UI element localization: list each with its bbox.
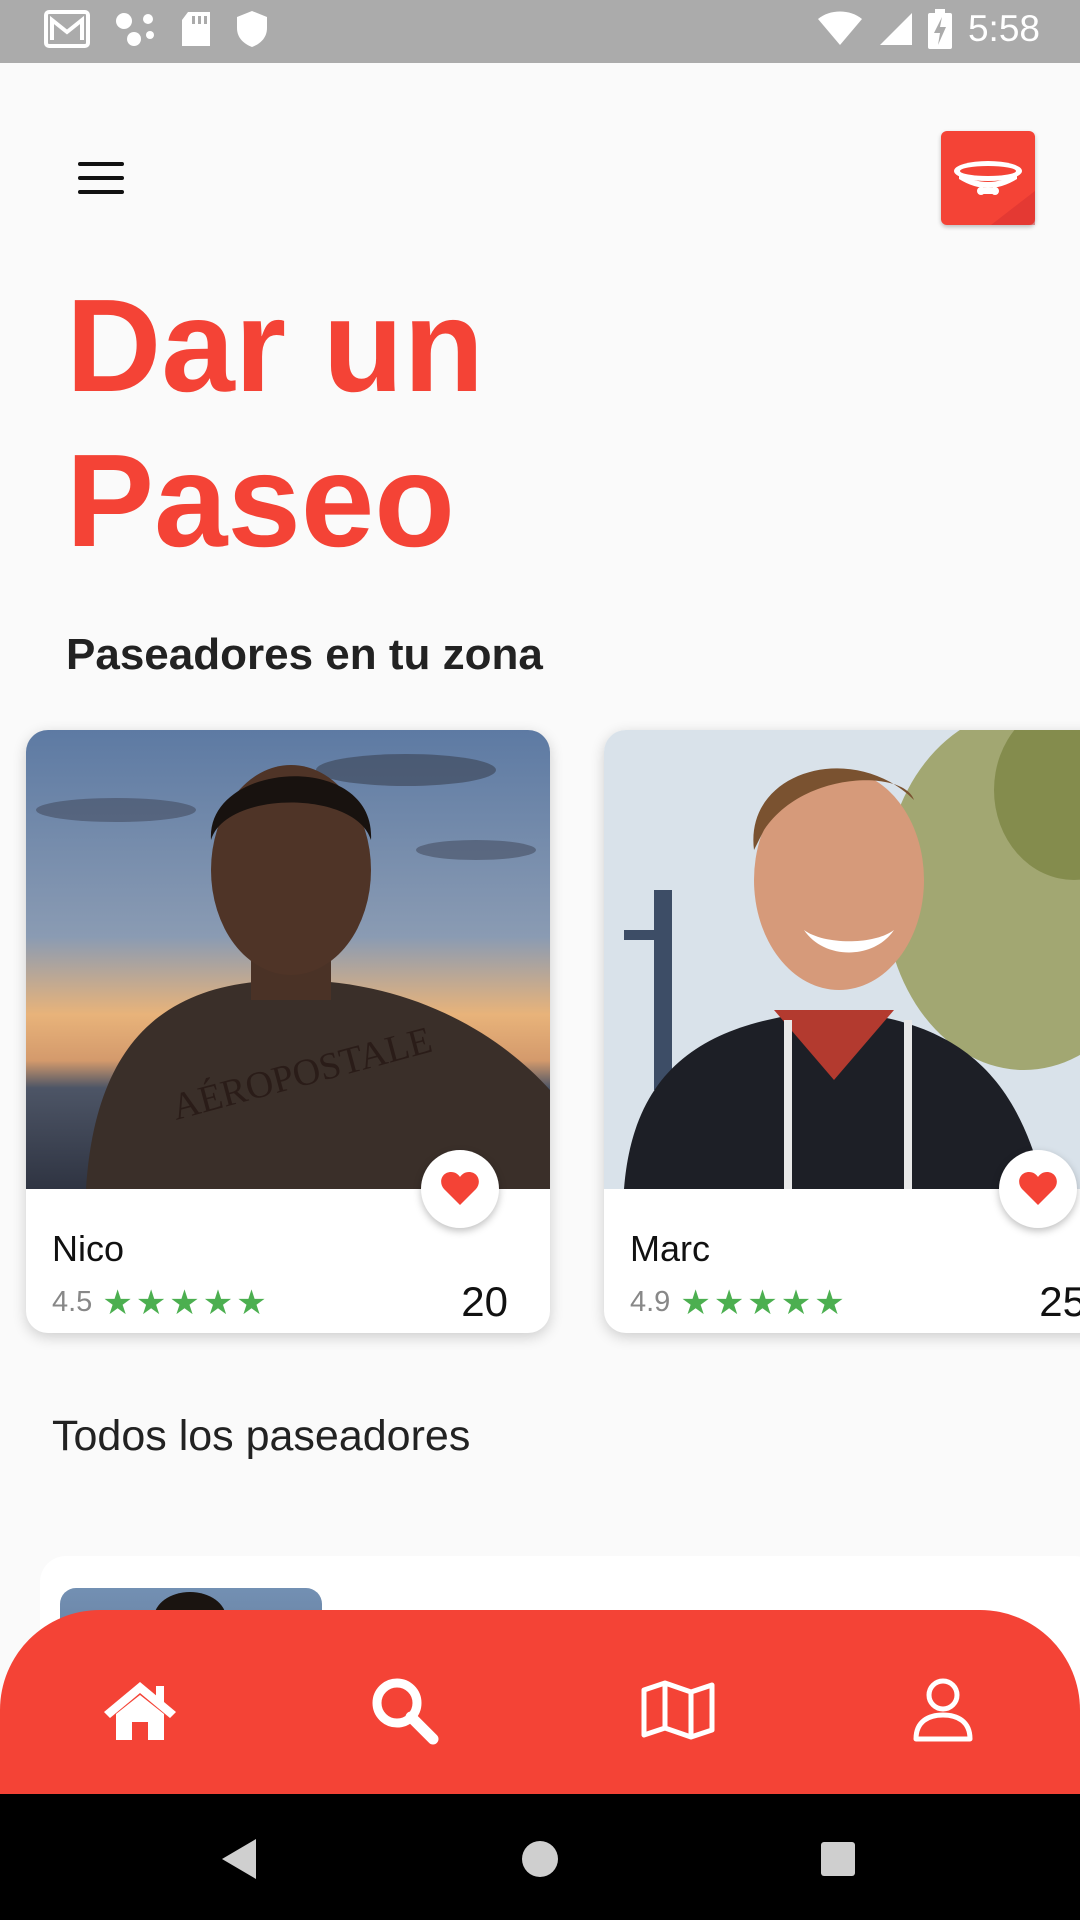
walker-price: 20 <box>461 1278 508 1325</box>
favorite-button[interactable] <box>421 1150 499 1228</box>
rating-stars: ★ ★ ★ ★ ★ <box>102 1283 267 1322</box>
favorite-button[interactable] <box>999 1150 1077 1228</box>
rating-value: 4.9 <box>630 1286 671 1318</box>
star-icon: ★ <box>135 1283 167 1322</box>
map-icon[interactable] <box>638 1670 718 1750</box>
star-icon: ★ <box>713 1283 745 1322</box>
signal-icon <box>879 13 912 45</box>
nearby-walkers-title: Paseadores en tu zona <box>66 630 543 679</box>
walker-card-nico[interactable]: AÉROPOSTALE Nico 4.5 ★ ★ ★ ★ ★ 20 <box>26 730 550 1333</box>
walker-rating: 4.5 ★ ★ ★ ★ ★ <box>52 1283 267 1322</box>
star-icon: ★ <box>202 1283 234 1322</box>
star-icon: ★ <box>814 1283 845 1322</box>
status-time: 5:58 <box>967 8 1040 49</box>
dots-icon <box>116 13 154 46</box>
walker-rating: 4.9 ★ ★ ★ ★ ★ <box>630 1283 845 1322</box>
page-title: Dar un Paseo <box>66 272 485 574</box>
hamburger-menu-icon[interactable] <box>72 158 128 198</box>
all-walkers-title: Todos los paseadores <box>52 1412 471 1460</box>
bottom-navigation <box>0 1610 1080 1794</box>
rating-value: 4.5 <box>52 1286 93 1318</box>
recents-icon[interactable] <box>813 1834 863 1884</box>
walker-card-marc[interactable]: Marc 4.9 ★ ★ ★ ★ ★ 25 <box>604 730 1080 1333</box>
walker-photo <box>604 730 1080 1189</box>
star-icon: ★ <box>169 1283 200 1322</box>
status-bar: 5:58 <box>0 0 1080 63</box>
walker-name: Marc <box>630 1228 710 1269</box>
heart-icon <box>1019 1172 1057 1205</box>
walker-name: Nico <box>52 1228 125 1269</box>
status-right-icons: 5:58 <box>817 8 1040 50</box>
back-icon[interactable] <box>215 1834 265 1884</box>
system-navigation-bar <box>0 1794 1080 1920</box>
walker-price: 25 <box>1039 1278 1080 1325</box>
home-circle-icon[interactable] <box>515 1834 565 1884</box>
dog-collar-logo-icon[interactable] <box>941 131 1035 225</box>
battery-charging-icon <box>927 9 952 49</box>
gmail-icon <box>44 10 90 48</box>
search-icon[interactable] <box>364 1670 444 1750</box>
home-icon[interactable] <box>100 1670 180 1750</box>
rating-stars: ★ ★ ★ ★ ★ <box>680 1283 845 1322</box>
shield-icon <box>237 11 267 47</box>
star-icon: ★ <box>680 1283 711 1322</box>
heart-icon <box>441 1172 479 1205</box>
status-left-icons <box>44 10 268 48</box>
walker-photo: AÉROPOSTALE <box>26 730 550 1189</box>
profile-icon[interactable] <box>903 1670 983 1750</box>
wifi-icon <box>817 11 862 45</box>
sd-card-icon <box>182 12 210 46</box>
star-icon: ★ <box>102 1283 133 1322</box>
star-icon: ★ <box>236 1283 267 1322</box>
star-icon: ★ <box>747 1283 778 1322</box>
star-icon: ★ <box>780 1283 812 1322</box>
